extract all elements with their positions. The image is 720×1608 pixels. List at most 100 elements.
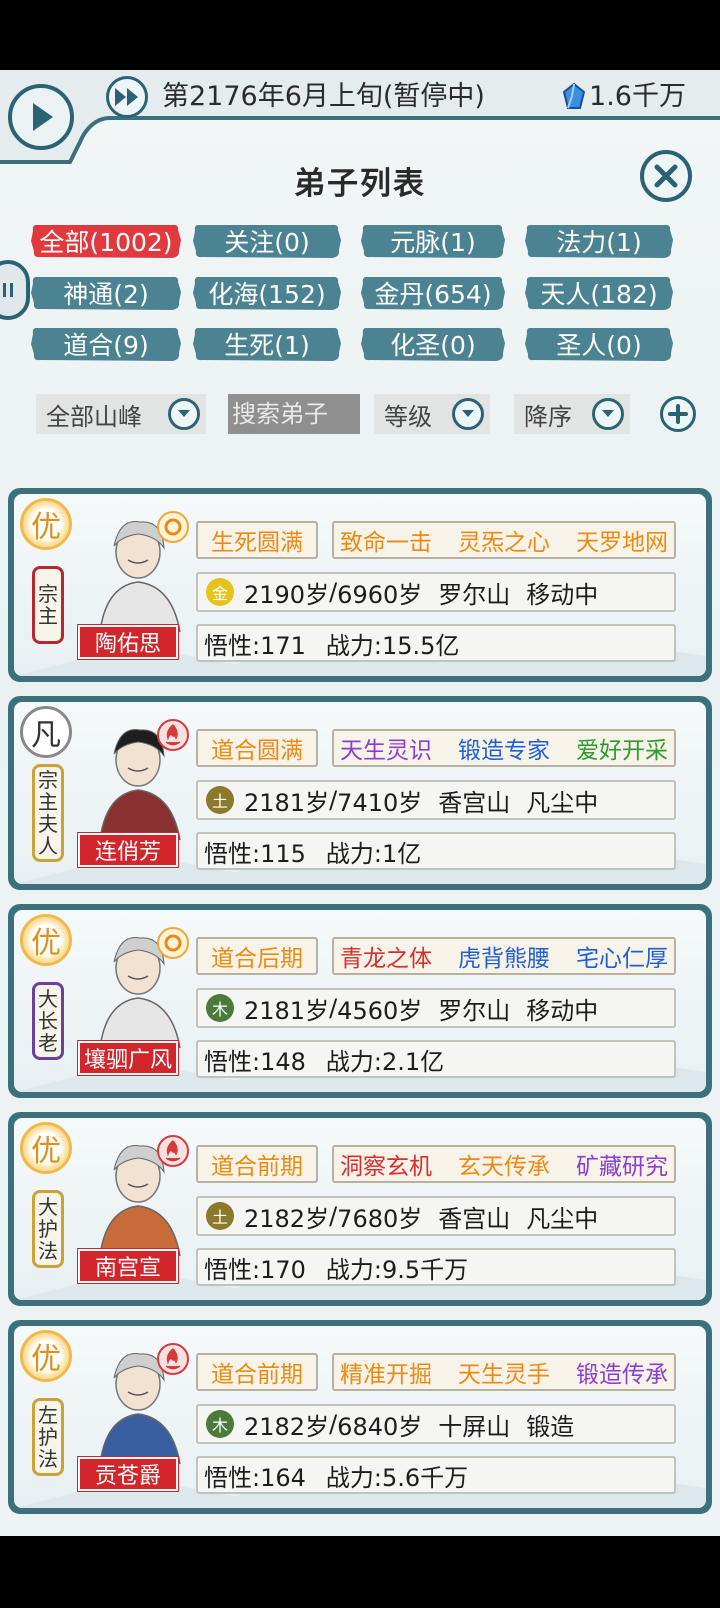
disciple-card[interactable]: 优大护法南宫宣 道合前期 洞察玄机 玄天传承 矿藏研究土 2182岁 / 7680岁 香宫山…: [8, 1112, 712, 1306]
disciple-card[interactable]: 优大长老壤驷广风 道合后期 青龙之体 虎背熊腰 宅心仁厚木 2181岁 / 4560岁 罗尔…: [8, 904, 712, 1098]
traits-box: 天生灵识 锻造专家 爱好开采: [332, 729, 676, 767]
disciple-name: 陶佑思: [77, 624, 179, 660]
separator: /: [329, 786, 338, 814]
filter-tab[interactable]: 元脉(1): [360, 222, 506, 260]
disciple-card[interactable]: 凡宗主夫人连俏芳 道合圆满 天生灵识 锻造专家 爱好开采土 2181岁 / 7410岁 香宫…: [8, 696, 712, 890]
stats-row: 悟性:171 战力:15.5亿: [196, 624, 676, 662]
filter-tab[interactable]: 圣人(0): [524, 325, 674, 363]
side-drawer-handle[interactable]: [0, 260, 30, 320]
filter-tab[interactable]: 天人(182): [524, 274, 674, 312]
currency-amount: 1.6千万: [589, 81, 686, 112]
insight-stat: 悟性:164: [204, 1463, 306, 1492]
flame-badge-icon: [156, 718, 190, 752]
mountain-name: 香宫山: [438, 1204, 511, 1233]
age: 2190岁: [244, 580, 330, 609]
rank-scroll: 左护法: [32, 1398, 64, 1476]
grade-badge: 凡: [20, 706, 72, 758]
play-button[interactable]: [8, 84, 74, 150]
activity-status: 凡尘中: [526, 788, 599, 817]
rank-char: 大: [38, 987, 58, 1011]
sort-key-select[interactable]: 等级: [374, 394, 490, 434]
trait-label: 青龙之体: [340, 946, 432, 972]
separator: /: [329, 578, 338, 606]
rank-char: 护: [38, 1217, 58, 1241]
info-row: 木 2181岁 / 4560岁 罗尔山 移动中: [196, 988, 676, 1028]
trait-label: 锻造专家: [458, 738, 550, 764]
trait-label: 玄天传承: [458, 1154, 550, 1180]
filter-tab-label: 化圣(0): [390, 331, 476, 360]
mountain-name: 香宫山: [438, 788, 511, 817]
age: 2181岁: [244, 788, 330, 817]
disciple-card-body: 优大护法南宫宣 道合前期 洞察玄机 玄天传承 矿藏研究土 2182岁 / 7680岁 香宫山…: [14, 1118, 706, 1300]
spirit-stone-icon: [562, 82, 586, 109]
sun-badge-icon: [156, 926, 190, 960]
rank-char: 宗: [38, 768, 58, 792]
insight-stat: 悟性:171: [204, 631, 306, 660]
filter-tab-label: 道合(9): [63, 331, 149, 360]
activity-status: 移动中: [526, 580, 599, 609]
filter-tab-label: 全部(1002): [39, 228, 173, 257]
stats-row: 悟性:170 战力:9.5千万: [196, 1248, 676, 1286]
rank-char: 宗: [38, 582, 58, 606]
rank-scroll: 大长老: [32, 982, 64, 1060]
filter-tab[interactable]: 道合(9): [30, 325, 182, 363]
mountain-select[interactable]: 全部山峰: [36, 394, 206, 434]
trait-label: 虎背熊腰: [458, 946, 550, 972]
element-icon: 木: [206, 994, 234, 1022]
cultivation-stage: 道合后期: [196, 937, 318, 975]
add-button[interactable]: [660, 396, 696, 432]
filter-tab[interactable]: 生死(1): [192, 325, 342, 363]
fast-forward-button[interactable]: [106, 76, 148, 118]
rank-scroll: 宗主夫人: [32, 764, 64, 862]
page-title: 弟子列表: [294, 166, 426, 202]
filter-tab[interactable]: 全部(1002): [30, 222, 182, 260]
stats-row: 悟性:164 战力:5.6千万: [196, 1456, 676, 1494]
flame-badge-icon: [156, 1134, 190, 1168]
lifespan: 6840岁: [337, 1412, 423, 1441]
stats-row: 悟性:115 战力:1亿: [196, 832, 676, 870]
filter-tab[interactable]: 神通(2): [30, 274, 182, 312]
disciple-card[interactable]: 优左护法贡苍爵 道合前期 精准开掘 天生灵手 锻造传承木 2182岁 / 6840岁 十屏山…: [8, 1320, 712, 1514]
filter-tab[interactable]: 金丹(654): [360, 274, 506, 312]
filter-tab[interactable]: 关注(0): [192, 222, 342, 260]
filter-tab[interactable]: 化海(152): [192, 274, 342, 312]
traits-box: 青龙之体 虎背熊腰 宅心仁厚: [332, 937, 676, 975]
disciple-name: 贡苍爵: [77, 1456, 179, 1492]
power-stat: 战力:9.5千万: [325, 1255, 469, 1284]
element-icon: 土: [206, 786, 234, 814]
lifespan: 7410岁: [337, 788, 423, 817]
cultivation-stage: 道合前期: [196, 1145, 318, 1183]
sort-order-select[interactable]: 降序: [514, 394, 630, 434]
flame-badge-icon: [156, 1342, 190, 1376]
filter-tab-label: 化海(152): [208, 280, 326, 309]
mountain-name: 罗尔山: [438, 580, 511, 609]
disciple-name: 壤驷广风: [77, 1040, 179, 1076]
power-stat: 战力:15.5亿: [325, 631, 460, 660]
info-row: 木 2182岁 / 6840岁 十屏山 锻造: [196, 1404, 676, 1444]
separator: /: [329, 994, 338, 1022]
grade-badge: 优: [20, 914, 72, 966]
search-input[interactable]: 搜索弟子: [228, 394, 360, 434]
close-button[interactable]: [640, 150, 692, 202]
chevron-down-icon: [592, 398, 624, 430]
disciple-name: 连俏芳: [77, 832, 179, 868]
disciple-card-body: 优左护法贡苍爵 道合前期 精准开掘 天生灵手 锻造传承木 2182岁 / 6840岁 十屏山…: [14, 1326, 706, 1508]
trait-label: 天生灵识: [340, 738, 432, 764]
chevron-down-icon: [452, 398, 484, 430]
age: 2182岁: [244, 1412, 330, 1441]
filter-tab[interactable]: 化圣(0): [360, 325, 506, 363]
trait-label: 致命一击: [340, 530, 432, 556]
pause-icon: [3, 283, 13, 297]
power-stat: 战力:5.6千万: [325, 1463, 469, 1492]
mountain-name: 十屏山: [438, 1412, 511, 1441]
filter-tab[interactable]: 法力(1): [524, 222, 674, 260]
rank-char: 主: [38, 604, 58, 628]
close-icon: [654, 164, 678, 188]
sort-key-value: 等级: [384, 402, 432, 431]
filter-tab-label: 生死(1): [224, 331, 310, 360]
rank-scroll: 大护法: [32, 1190, 64, 1268]
disciple-card[interactable]: 优宗主陶佑思 生死圆满 致命一击 灵炁之心 天罗地网金 2190岁 / 6960岁 罗尔山移…: [8, 488, 712, 682]
rank-char: 老: [38, 1031, 58, 1055]
rank-char: 左: [38, 1403, 58, 1427]
spirit-stone-balance: 1.6千万: [561, 76, 686, 118]
